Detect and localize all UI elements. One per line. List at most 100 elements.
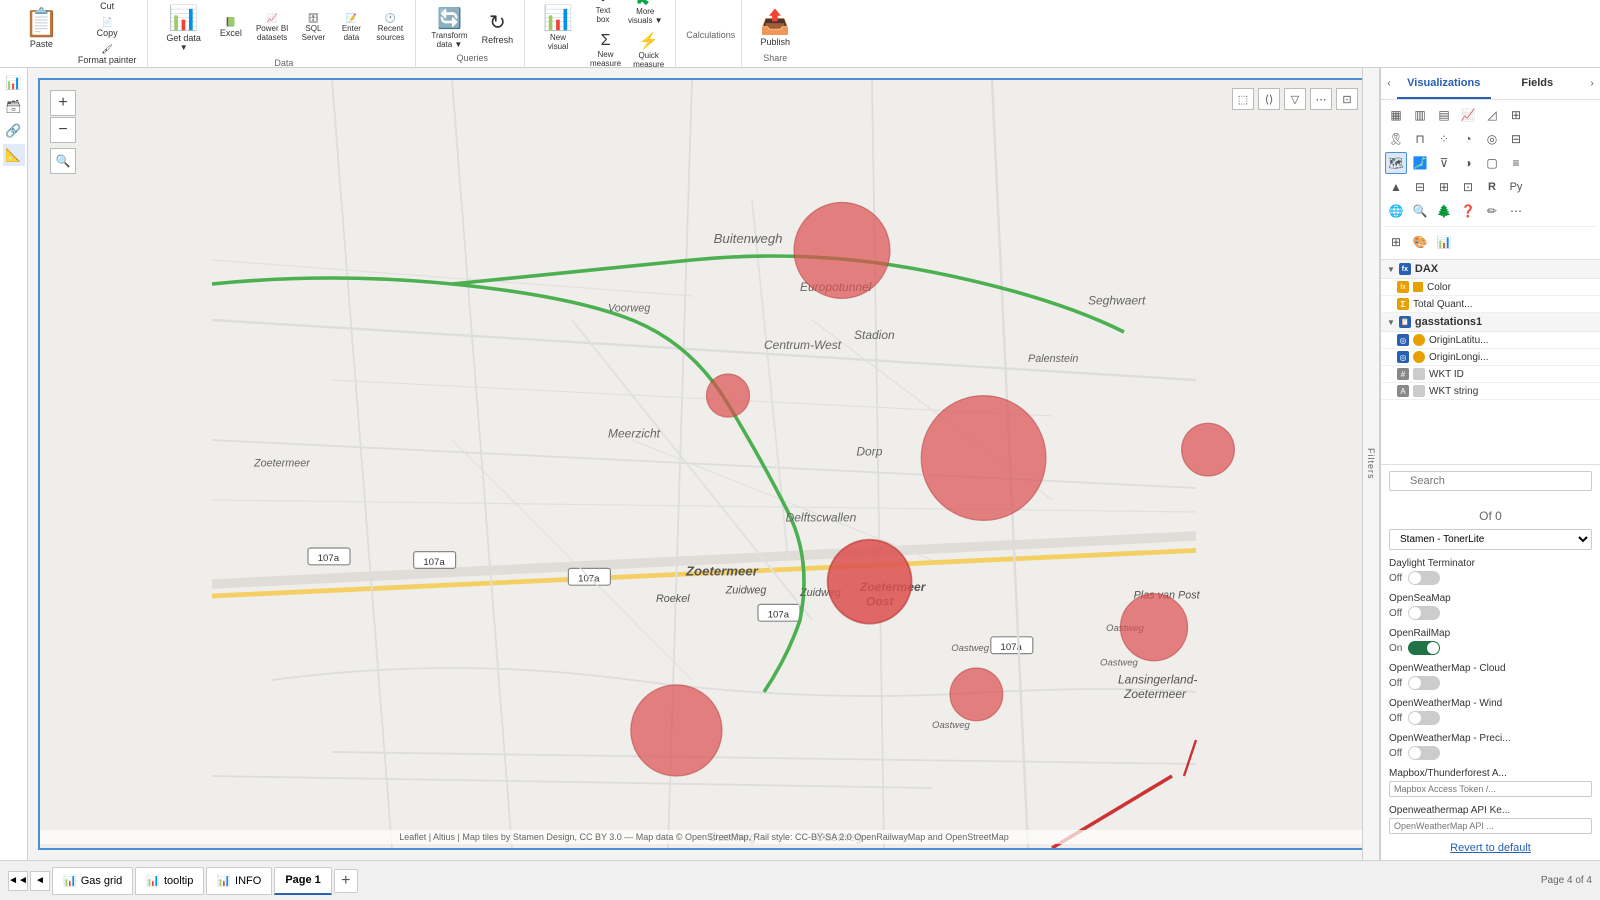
copy-button[interactable]: 📄 Copy (73, 15, 142, 40)
viz-line-chart[interactable]: 📈 (1457, 104, 1479, 126)
enter-data-button[interactable]: 📝 Enterdata (333, 11, 369, 44)
map-filter-button[interactable]: ▽ (1284, 88, 1306, 110)
recent-sources-button[interactable]: 🕐 Recentsources (371, 11, 409, 44)
cut-button[interactable]: ✂ Cut (73, 0, 142, 13)
viz-scatter[interactable]: ⁘ (1433, 128, 1455, 150)
zoom-out-button[interactable]: − (50, 117, 76, 143)
viz-area-chart[interactable]: ◿ (1481, 104, 1503, 126)
viz-pie[interactable]: ◔ (1457, 128, 1479, 150)
quick-measure-button[interactable]: ⚡ Quickmeasure (628, 29, 669, 71)
viz-build[interactable]: ⊞ (1385, 231, 1407, 253)
viz-multi-row[interactable]: ≡ (1505, 152, 1527, 174)
viz-r-visual[interactable]: R (1481, 176, 1503, 198)
sidebar-item-report[interactable]: 📊 (3, 72, 25, 94)
new-visual-button[interactable]: 📊 Newvisual (535, 0, 581, 55)
daylight-toggle[interactable] (1408, 571, 1440, 585)
page-nav-first[interactable]: ◄◄ (8, 871, 28, 891)
weather-wind-toggle[interactable] (1408, 711, 1440, 725)
viz-waterfall[interactable]: ⊓ (1409, 128, 1431, 150)
sql-icon: 🗄 (308, 13, 319, 24)
viz-gauge[interactable]: ◑ (1457, 152, 1479, 174)
openrailmap-toggle[interactable] (1408, 641, 1440, 655)
viz-matrix[interactable]: ⊡ (1457, 176, 1479, 198)
mapbox-api-input[interactable] (1389, 781, 1592, 797)
weather-preci-toggle[interactable] (1408, 746, 1440, 760)
viz-table[interactable]: ⊞ (1433, 176, 1455, 198)
sidebar-item-data[interactable]: 🗃 (3, 96, 25, 118)
new-visual-icon: 📊 (543, 4, 573, 33)
power-bi-datasets-button[interactable]: 📈 Power BIdatasets (251, 11, 293, 44)
field-wkt-string[interactable]: A WKT string (1381, 383, 1600, 400)
viz-card[interactable]: ▢ (1481, 152, 1503, 174)
viz-arcgis[interactable]: 🌐 (1385, 200, 1407, 222)
revert-default-button[interactable]: Revert to default (1450, 842, 1531, 854)
map-select-button[interactable]: ⬚ (1232, 88, 1254, 110)
field-originlongi[interactable]: ◎ OriginLongi... (1381, 349, 1600, 366)
viz-qna[interactable]: ❓ (1457, 200, 1479, 222)
viz-treemap[interactable]: ⊟ (1505, 128, 1527, 150)
map-focus-button[interactable]: ⊡ (1336, 88, 1358, 110)
gasstations1-group-header[interactable]: ▼ 📋 gasstations1 (1381, 313, 1600, 332)
field-total-quant[interactable]: Σ Total Quant... (1381, 296, 1600, 313)
page-tab-tooltip[interactable]: 📊 tooltip (135, 867, 204, 895)
format-painter-button[interactable]: 🖌 Format painter (73, 42, 142, 67)
filters-tab[interactable]: Filters (1362, 68, 1380, 860)
viz-kpi[interactable]: ▲ (1385, 176, 1407, 198)
page-tab-gas-grid[interactable]: 📊 Gas grid (52, 867, 133, 895)
viz-format[interactable]: 🎨 (1409, 231, 1431, 253)
viz-search[interactable]: 🔍 (1409, 200, 1431, 222)
viz-100pct-bar[interactable]: ▤ (1433, 104, 1455, 126)
map-more-button[interactable]: ⋯ (1310, 88, 1332, 110)
publish-button[interactable]: 📤 Publish (752, 4, 798, 51)
sidebar-item-model[interactable]: 🔗 (3, 120, 25, 142)
field-wkt-id[interactable]: # WKT ID (1381, 366, 1600, 383)
panel-nav-next[interactable]: › (1584, 68, 1600, 99)
openweathermap-api-input[interactable] (1389, 818, 1592, 834)
page-nav-prev[interactable]: ◄ (30, 871, 50, 891)
viz-bar-chart[interactable]: ▦ (1385, 104, 1407, 126)
sql-server-button[interactable]: 🗄 SQLServer (295, 11, 331, 44)
layer-search-input[interactable] (1389, 471, 1592, 491)
tab-fields[interactable]: Fields (1491, 68, 1585, 99)
viz-combo[interactable]: ⊞ (1505, 104, 1527, 126)
map-style-select[interactable]: Stamen - TonerLite OpenStreetMap CartoDB… (1389, 529, 1592, 550)
excel-button[interactable]: 📗 Excel (213, 11, 249, 44)
viz-more[interactable]: ⋯ (1505, 200, 1527, 222)
dax-group-header[interactable]: ▼ fx DAX (1381, 260, 1600, 279)
field-originlatitu[interactable]: ◎ OriginLatitu... (1381, 332, 1600, 349)
text-box-button[interactable]: T Textbox (585, 0, 621, 27)
new-measure-button[interactable]: Σ Newmeasure (585, 29, 626, 71)
layer-weather-cloud: OpenWeatherMap - Cloud Off (1389, 663, 1592, 690)
add-page-button[interactable]: + (334, 869, 358, 893)
viz-donut[interactable]: ◎ (1481, 128, 1503, 150)
viz-analytics[interactable]: 📊 (1433, 231, 1455, 253)
viz-filled-map[interactable]: 🗾 (1409, 152, 1431, 174)
openseamap-toggle[interactable] (1408, 606, 1440, 620)
recent-sources-icon: 🕐 (385, 13, 396, 24)
map-lasso-button[interactable]: ⟨⟩ (1258, 88, 1280, 110)
transform-data-button[interactable]: 🔄 Transformdata ▼ (426, 4, 472, 51)
zoom-search-button[interactable]: 🔍 (50, 148, 76, 174)
weather-cloud-toggle[interactable] (1408, 676, 1440, 690)
field-color[interactable]: fx Color (1381, 279, 1600, 296)
viz-python[interactable]: Py (1505, 176, 1527, 198)
viz-decomp-tree[interactable]: 🌲 (1433, 200, 1455, 222)
sidebar-item-dax[interactable]: 📐 (3, 144, 25, 166)
panel-nav-prev[interactable]: ‹ (1381, 68, 1397, 99)
zoom-in-button[interactable]: + (50, 90, 76, 116)
page-tab-page1[interactable]: Page 1 (274, 867, 331, 895)
page-tab-info[interactable]: 📊 INFO (206, 867, 272, 895)
more-visuals-button[interactable]: 🧩 Morevisuals ▼ (623, 0, 668, 27)
viz-slicer[interactable]: ⊟ (1409, 176, 1431, 198)
tab-visualizations[interactable]: Visualizations (1397, 68, 1491, 99)
viz-funnel[interactable]: ⊽ (1433, 152, 1455, 174)
get-data-button[interactable]: 📊 Get data ▼ (158, 0, 209, 56)
viz-ribbon[interactable]: 🎗 (1385, 128, 1407, 150)
viz-smart-narrative[interactable]: ✏ (1481, 200, 1503, 222)
paste-button[interactable]: 📋 Paste (14, 2, 69, 53)
dax-group-name: DAX (1415, 263, 1438, 275)
viz-stacked-bar[interactable]: ▥ (1409, 104, 1431, 126)
weather-cloud-toggle-row: Off (1389, 676, 1592, 690)
viz-map[interactable]: 🗺 (1385, 152, 1407, 174)
refresh-button[interactable]: ↻ Refresh (477, 8, 519, 47)
